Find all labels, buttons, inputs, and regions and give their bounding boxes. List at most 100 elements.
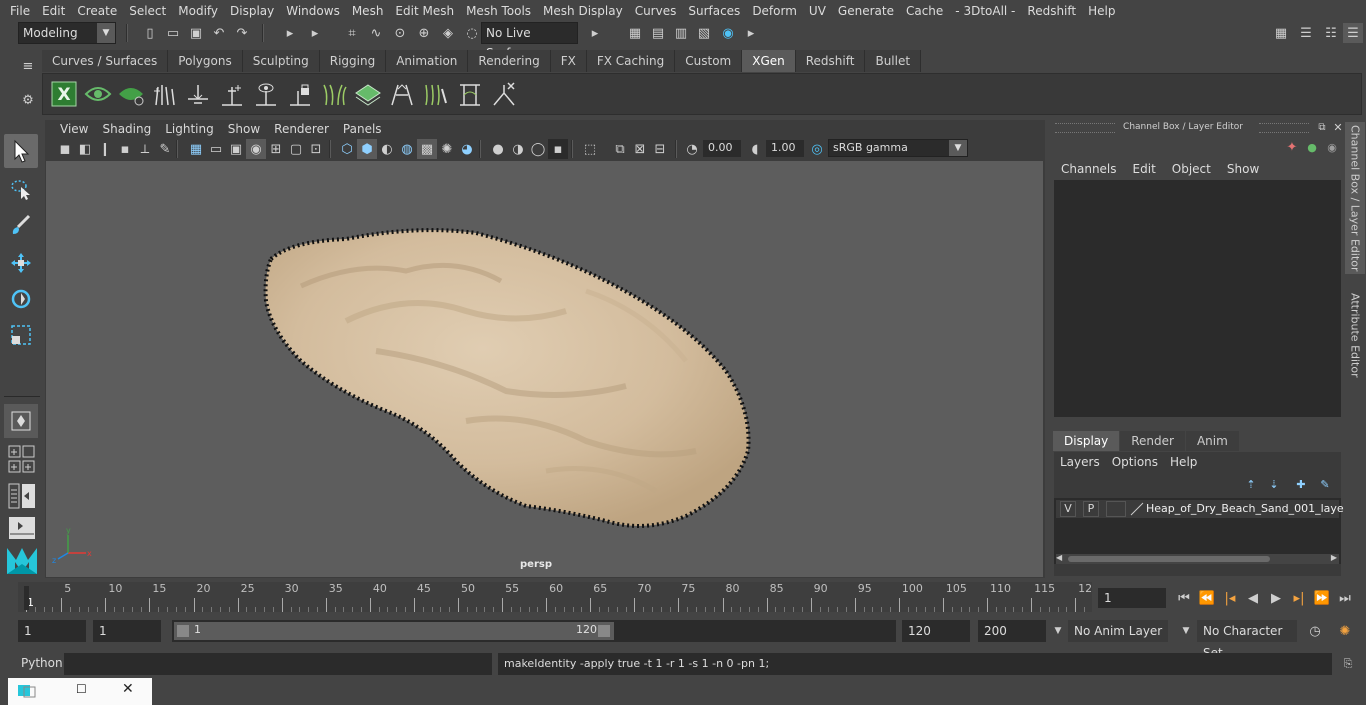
- hypershade-icon[interactable]: ◉: [718, 23, 738, 43]
- render-view-icon[interactable]: ▦: [625, 23, 645, 43]
- viewport-menu-renderer[interactable]: Renderer: [267, 122, 336, 136]
- collapse-arrow-icon[interactable]: ▸: [585, 23, 605, 43]
- safe-action-icon[interactable]: ▢: [286, 139, 306, 159]
- play-backwards-icon[interactable]: ◀: [1243, 588, 1263, 608]
- snap-point-icon[interactable]: ⊙: [390, 23, 410, 43]
- wireframe-icon[interactable]: ⬡: [337, 139, 357, 159]
- menu-mesh-display[interactable]: Mesh Display: [537, 4, 629, 18]
- camera-select-icon[interactable]: ◼: [55, 139, 75, 159]
- screen-space-ao-icon[interactable]: ●: [488, 139, 508, 159]
- xray-joints-icon[interactable]: ⊠: [630, 139, 650, 159]
- channel-menu-object[interactable]: Object: [1164, 160, 1219, 178]
- menu-file[interactable]: File: [4, 4, 36, 18]
- xgen-editor-icon[interactable]: X: [49, 79, 79, 109]
- layout-side-by-side-icon[interactable]: [8, 482, 36, 510]
- grid-icon[interactable]: ▦: [186, 139, 206, 159]
- 2d-pan-zoom-icon[interactable]: ⟂: [135, 139, 155, 159]
- live-surface-field[interactable]: No Live Surface: [481, 22, 578, 60]
- playback-end-field[interactable]: 120: [902, 620, 970, 642]
- show-manipulator-icon[interactable]: [4, 404, 38, 438]
- layout-persp-outliner-icon[interactable]: [8, 516, 36, 540]
- speed-icon[interactable]: ●: [1302, 137, 1322, 157]
- menu-curves[interactable]: Curves: [629, 4, 683, 18]
- move-tool-icon[interactable]: [4, 246, 38, 280]
- snap-grid-icon[interactable]: ⌗: [342, 23, 362, 43]
- lasso-tool-icon[interactable]: [4, 172, 38, 206]
- layer-visibility-toggle[interactable]: V: [1060, 501, 1076, 517]
- move-layer-up-icon[interactable]: ⇡: [1241, 474, 1261, 494]
- grease-pencil-icon[interactable]: ✎: [155, 139, 175, 159]
- gate-mask-icon[interactable]: ◉: [246, 139, 266, 159]
- channel-menu-channels[interactable]: Channels: [1053, 160, 1125, 178]
- gear-icon[interactable]: ⚙: [18, 90, 38, 110]
- xgen-split-icon[interactable]: [387, 79, 417, 109]
- step-back-frame-icon[interactable]: |◂: [1220, 588, 1240, 608]
- go-to-start-icon[interactable]: ⏮: [1174, 588, 1194, 608]
- range-end-handle[interactable]: [598, 625, 610, 637]
- render-frame-icon[interactable]: ▤: [648, 23, 668, 43]
- scrollbar-thumb[interactable]: [1068, 556, 1270, 562]
- select-tool-icon[interactable]: [4, 134, 38, 168]
- time-slider[interactable]: 1 5 10 15 20 25 30 35 40 45 50 55 60 65 70 75 80 85 90 95 10…: [18, 582, 1092, 612]
- mode-selector[interactable]: Modeling ▼: [18, 22, 116, 44]
- viewport-menu-shading[interactable]: Shading: [95, 122, 158, 136]
- shelf-tab-curves-surfaces[interactable]: Curves / Surfaces: [42, 50, 169, 72]
- command-language-label[interactable]: Python: [21, 656, 63, 670]
- image-plane-icon[interactable]: ▪: [115, 139, 135, 159]
- menu-mesh[interactable]: Mesh: [346, 4, 390, 18]
- drag-handle[interactable]: [1259, 123, 1309, 133]
- viewport-menu-panels[interactable]: Panels: [336, 122, 389, 136]
- open-scene-icon[interactable]: ▭: [163, 23, 183, 43]
- layer-playback-toggle[interactable]: P: [1083, 501, 1099, 517]
- collapse-arrow-icon[interactable]: ▸: [280, 23, 300, 43]
- step-back-key-icon[interactable]: ⏪: [1197, 588, 1217, 608]
- menu-surfaces[interactable]: Surfaces: [682, 4, 746, 18]
- character-set-field[interactable]: No Character Set: [1197, 620, 1297, 660]
- paint-select-tool-icon[interactable]: [4, 208, 38, 242]
- layer-menu-layers[interactable]: Layers: [1054, 452, 1106, 472]
- ipr-render-icon[interactable]: ▥: [671, 23, 691, 43]
- new-layer-icon[interactable]: ✚: [1291, 474, 1311, 494]
- snap-view-icon[interactable]: ⊕: [414, 23, 434, 43]
- shelf-tab-fx[interactable]: FX: [550, 50, 587, 72]
- channel-box-toggle-icon[interactable]: ☰: [1343, 23, 1363, 43]
- anti-aliasing-icon[interactable]: ◯: [528, 139, 548, 159]
- menu-redshift[interactable]: Redshift: [1021, 4, 1082, 18]
- snap-surface-icon[interactable]: ◈: [438, 23, 458, 43]
- attribute-editor-toggle-icon[interactable]: ☷: [1321, 23, 1341, 43]
- menu-create[interactable]: Create: [71, 4, 123, 18]
- persp-viewport[interactable]: x y z persp: [46, 161, 1043, 577]
- xgen-cache-icon[interactable]: [455, 79, 485, 109]
- viewport-menu-lighting[interactable]: Lighting: [158, 122, 221, 136]
- channel-list[interactable]: [1054, 180, 1341, 417]
- bookmark-icon[interactable]: ❙: [95, 139, 115, 159]
- shelf-tab-redshift[interactable]: Redshift: [795, 50, 866, 72]
- animation-end-field[interactable]: 200: [978, 620, 1046, 642]
- layer-color-swatch[interactable]: [1130, 502, 1144, 516]
- menu-mesh-tools[interactable]: Mesh Tools: [460, 4, 537, 18]
- range-slider-track[interactable]: 1 120: [172, 620, 896, 642]
- drag-handle[interactable]: [1055, 123, 1115, 133]
- lights-icon[interactable]: ✺: [437, 139, 457, 159]
- make-live-icon[interactable]: ◌: [462, 23, 482, 43]
- shelf-tab-bullet[interactable]: Bullet: [865, 50, 922, 72]
- xgen-hide-icon[interactable]: [116, 79, 146, 109]
- move-layer-down-icon[interactable]: ⇣: [1264, 474, 1284, 494]
- shelf-tab-polygons[interactable]: Polygons: [168, 50, 243, 72]
- xgen-description-icon[interactable]: [83, 79, 113, 109]
- isolate-select-icon[interactable]: ⬚: [580, 139, 600, 159]
- xgen-interactive-groom-icon[interactable]: [319, 79, 349, 109]
- wireframe-on-shaded-icon[interactable]: ◍: [397, 139, 417, 159]
- menu-display[interactable]: Display: [224, 4, 280, 18]
- current-time-marker[interactable]: [24, 586, 29, 610]
- layer-row[interactable]: V P Heap_of_Dry_Beach_Sand_001_layer: [1056, 500, 1348, 518]
- workspace-icon[interactable]: ▦: [1271, 23, 1291, 43]
- xgen-lock-guide-icon[interactable]: [285, 79, 315, 109]
- layer-tab-anim[interactable]: Anim: [1185, 431, 1239, 451]
- close-icon[interactable]: ✕: [122, 681, 134, 697]
- play-forwards-icon[interactable]: ▶: [1266, 588, 1286, 608]
- layer-name[interactable]: Heap_of_Dry_Beach_Sand_001_layer: [1146, 502, 1348, 515]
- range-start-handle[interactable]: [177, 625, 189, 637]
- shelf-tab-rigging[interactable]: Rigging: [319, 50, 387, 72]
- step-forward-frame-icon[interactable]: ▸|: [1289, 588, 1309, 608]
